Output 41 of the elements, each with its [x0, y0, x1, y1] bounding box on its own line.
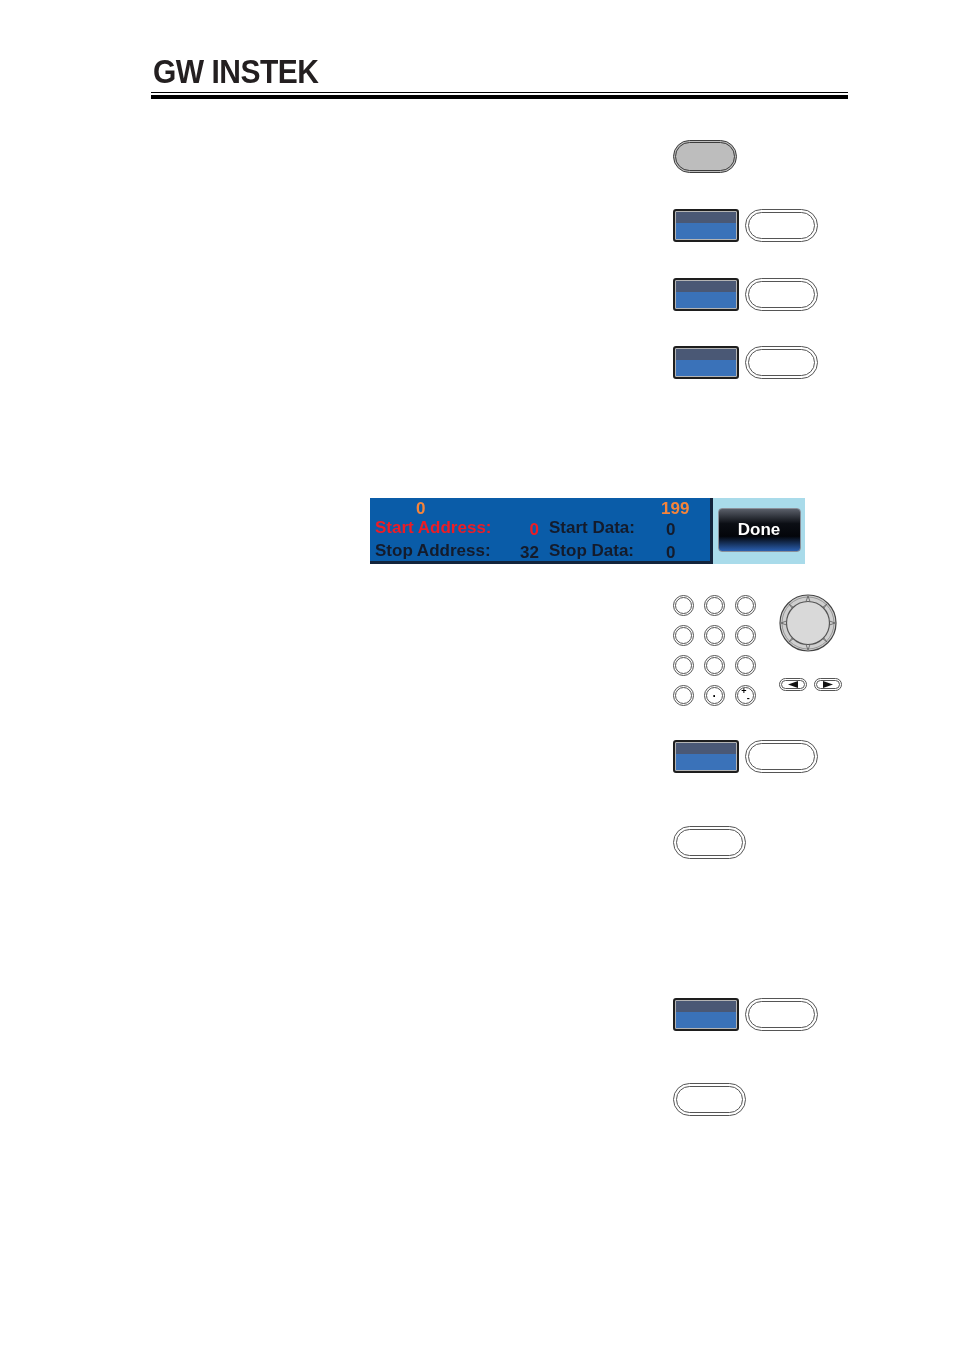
rotary-knob[interactable] — [779, 594, 837, 652]
panel-key[interactable] — [745, 740, 818, 773]
panel-key[interactable] — [673, 1083, 746, 1116]
field-value: 0 — [665, 519, 677, 540]
field-value: 0 — [665, 542, 677, 563]
soft-key[interactable] — [673, 740, 739, 773]
brand-logo: GW INSTEK — [153, 57, 319, 87]
right-arrow-icon — [823, 681, 833, 688]
panel-key[interactable] — [745, 998, 818, 1031]
field-label: Stop Data: — [548, 540, 635, 562]
keypad-key[interactable] — [735, 595, 756, 616]
arrow-key[interactable] — [779, 678, 807, 691]
keypad-key[interactable] — [673, 685, 694, 706]
keypad-key[interactable] — [704, 625, 725, 646]
keypad-key[interactable] — [673, 625, 694, 646]
panel-key[interactable] — [673, 826, 746, 859]
keypad-key[interactable] — [704, 595, 725, 616]
done-button[interactable]: Done — [717, 508, 801, 552]
keypad-key[interactable] — [735, 655, 756, 676]
function-key[interactable] — [673, 140, 737, 173]
keypad-key[interactable] — [704, 655, 725, 676]
field-label: Start Address: — [375, 517, 493, 539]
soft-key[interactable] — [673, 278, 739, 311]
keypad-key[interactable] — [673, 655, 694, 676]
panel-key[interactable] — [745, 346, 818, 379]
panel-key[interactable] — [745, 278, 818, 311]
keypad-key[interactable] — [673, 595, 694, 616]
panel-key[interactable] — [745, 209, 818, 242]
limit-value: 0 — [415, 499, 427, 517]
field-label: Start Data: — [548, 517, 636, 539]
field-value: 32 — [519, 542, 539, 563]
field-value: 0 — [528, 519, 539, 540]
keypad-key[interactable] — [735, 625, 756, 646]
field-label: Stop Address: — [375, 540, 492, 562]
soft-key[interactable] — [673, 209, 739, 242]
limit-value: 199 — [661, 499, 691, 517]
soft-key[interactable] — [673, 998, 739, 1031]
soft-key[interactable] — [673, 346, 739, 379]
left-arrow-icon — [788, 681, 798, 688]
arrow-key[interactable] — [814, 678, 842, 691]
keypad-key[interactable]: · — [704, 685, 725, 706]
